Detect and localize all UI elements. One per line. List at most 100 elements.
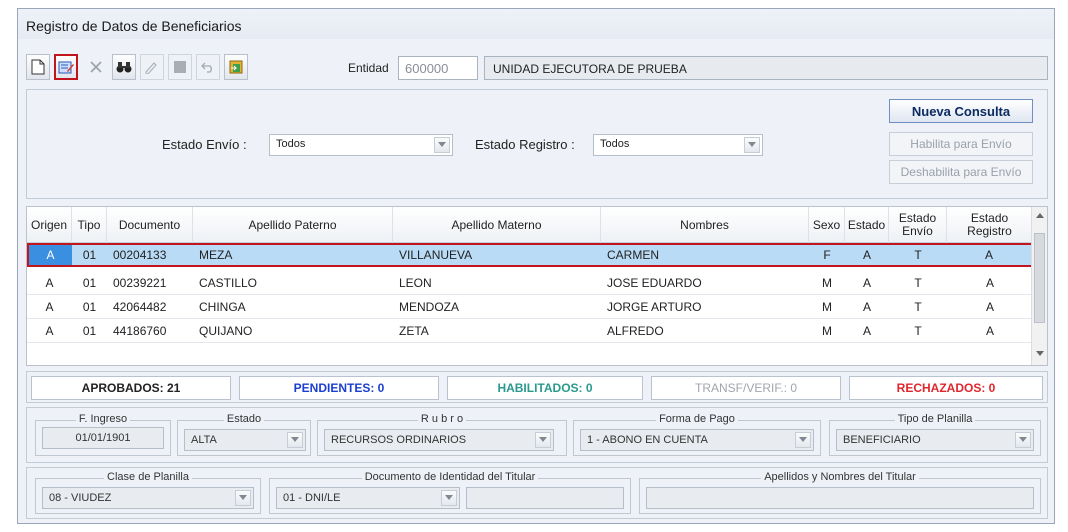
estado-value: ALTA bbox=[191, 434, 217, 446]
undo-button[interactable] bbox=[196, 54, 220, 80]
nueva-consulta-button[interactable]: Nueva Consulta bbox=[889, 99, 1033, 123]
table-row[interactable]: A 01 44186760 QUIJANO ZETA ALFREDO M A T… bbox=[27, 319, 1033, 343]
doc-titular-tipo-select[interactable]: 01 - DNI/LE bbox=[276, 487, 460, 509]
scrollbar-thumb[interactable] bbox=[1034, 233, 1045, 323]
table-row-selected[interactable]: A 01 00204133 MEZA VILLANUEVA CARMEN F A… bbox=[27, 243, 1033, 267]
habilitados-count: HABILITADOS: 0 bbox=[447, 376, 643, 400]
estado-select[interactable]: ALTA bbox=[184, 429, 306, 451]
clase-planilla-select[interactable]: 08 - VIUDEZ bbox=[42, 487, 254, 509]
scroll-up-icon[interactable] bbox=[1036, 213, 1044, 219]
column-header[interactable]: Origen bbox=[27, 207, 72, 243]
rechazados-count: RECHAZADOS: 0 bbox=[849, 376, 1043, 400]
column-header[interactable]: Tipo bbox=[72, 207, 107, 243]
cell-nombres: ALFREDO bbox=[607, 323, 664, 338]
column-header[interactable]: Apellido Paterno bbox=[193, 207, 393, 243]
cell-tipo: 01 bbox=[82, 323, 97, 338]
cell-origen: A bbox=[45, 275, 54, 290]
beneficiarios-window: Registro de Datos de Beneficiarios Entid… bbox=[17, 8, 1055, 524]
cell-estado-registro: A bbox=[985, 323, 994, 338]
f-ingreso-label: F. Ingreso bbox=[75, 413, 131, 425]
cell-origen: A bbox=[45, 299, 54, 314]
cell-documento: 44186760 bbox=[113, 323, 167, 338]
chevron-down-icon[interactable] bbox=[744, 137, 760, 153]
estado-registro-select[interactable]: Todos bbox=[593, 134, 763, 156]
rubro-select[interactable]: RECURSOS ORDINARIOS bbox=[324, 429, 554, 451]
forma-pago-value: 1 - ABONO EN CUENTA bbox=[587, 434, 708, 446]
pencil-edit-button[interactable] bbox=[140, 54, 164, 80]
cell-origen: A bbox=[29, 245, 72, 265]
cell-estado: A bbox=[862, 248, 871, 262]
cell-apellido-paterno: CASTILLO bbox=[199, 275, 258, 290]
delete-x-icon bbox=[90, 61, 102, 73]
detail-row-1: F. Ingreso 01/01/1901 Estado ALTA R u b … bbox=[26, 407, 1048, 463]
doc-titular-label: Documento de Identidad del Titular bbox=[361, 471, 539, 483]
cell-documento: 00204133 bbox=[113, 248, 167, 262]
column-header[interactable]: Estado Registro bbox=[947, 207, 1033, 243]
forma-pago-select[interactable]: 1 - ABONO EN CUENTA bbox=[580, 429, 814, 451]
deshabilita-envio-button[interactable]: Deshabilita para Envío bbox=[889, 160, 1033, 184]
chevron-down-icon[interactable] bbox=[434, 137, 450, 153]
chevron-down-icon[interactable] bbox=[287, 432, 303, 448]
export-icon bbox=[229, 60, 243, 74]
table-row[interactable]: A 01 00239221 CASTILLO LEON JOSE EDUARDO… bbox=[27, 271, 1033, 295]
chevron-down-icon[interactable] bbox=[1015, 432, 1031, 448]
chevron-down-icon[interactable] bbox=[235, 490, 251, 506]
rubro-value: RECURSOS ORDINARIOS bbox=[331, 434, 467, 446]
cell-estado: A bbox=[862, 299, 871, 314]
column-header[interactable]: Estado bbox=[845, 207, 889, 243]
scroll-down-icon[interactable] bbox=[1036, 351, 1044, 357]
chevron-down-icon[interactable] bbox=[535, 432, 551, 448]
cell-nombres: JOSE EDUARDO bbox=[607, 275, 702, 290]
f-ingreso-field[interactable]: 01/01/1901 bbox=[42, 427, 164, 449]
cell-estado-envio: T bbox=[914, 299, 922, 314]
undo-icon bbox=[201, 62, 212, 73]
column-header[interactable]: Estado Envío bbox=[889, 207, 947, 243]
export-button[interactable] bbox=[224, 54, 248, 80]
clase-planilla-group: Clase de Planilla 08 - VIUDEZ bbox=[35, 471, 261, 514]
f-ingreso-group: F. Ingreso 01/01/1901 bbox=[35, 413, 171, 456]
cell-estado-envio: T bbox=[914, 323, 922, 338]
new-document-icon bbox=[31, 59, 45, 75]
doc-titular-numero-field[interactable] bbox=[466, 487, 624, 509]
estado-envio-select[interactable]: Todos bbox=[269, 134, 453, 156]
cell-apellido-materno: ZETA bbox=[399, 323, 429, 338]
cell-sexo: M bbox=[822, 299, 832, 314]
search-button[interactable] bbox=[112, 54, 136, 80]
table-scrollbar[interactable] bbox=[1031, 207, 1047, 365]
beneficiarios-table: Origen Tipo Documento Apellido Paterno A… bbox=[26, 206, 1048, 366]
entidad-label: Entidad bbox=[348, 61, 389, 75]
estado-envio-label: Estado Envío : bbox=[162, 137, 247, 152]
tipo-planilla-group: Tipo de Planilla BENEFICIARIO bbox=[829, 413, 1041, 456]
tipo-planilla-value: BENEFICIARIO bbox=[843, 434, 921, 446]
estado-registro-label: Estado Registro : bbox=[475, 137, 575, 152]
stop-button[interactable] bbox=[168, 54, 192, 80]
chevron-down-icon[interactable] bbox=[441, 490, 457, 506]
delete-button[interactable] bbox=[84, 54, 108, 80]
habilita-envio-button[interactable]: Habilita para Envío bbox=[889, 132, 1033, 156]
nombres-titular-field[interactable] bbox=[646, 487, 1034, 509]
cell-apellido-paterno: MEZA bbox=[199, 248, 233, 262]
entidad-code-field[interactable]: 600000 bbox=[398, 56, 478, 80]
cell-apellido-materno: LEON bbox=[399, 275, 432, 290]
cell-nombres: CARMEN bbox=[607, 248, 660, 262]
nombres-titular-group: Apellidos y Nombres del Titular bbox=[639, 471, 1041, 514]
table-row[interactable]: A 01 42064482 CHINGA MENDOZA JORGE ARTUR… bbox=[27, 295, 1033, 319]
cell-estado: A bbox=[862, 275, 871, 290]
new-document-button[interactable] bbox=[26, 54, 50, 80]
column-header[interactable]: Apellido Materno bbox=[393, 207, 601, 243]
cell-estado: A bbox=[862, 323, 871, 338]
column-header[interactable]: Sexo bbox=[809, 207, 845, 243]
column-header[interactable]: Documento bbox=[107, 207, 193, 243]
stop-square-icon bbox=[174, 61, 186, 73]
edit-form-icon bbox=[58, 61, 74, 74]
chevron-down-icon[interactable] bbox=[795, 432, 811, 448]
edit-form-button[interactable] bbox=[54, 54, 78, 80]
estado-label: Estado bbox=[223, 413, 265, 425]
cell-documento: 42064482 bbox=[113, 299, 167, 314]
clase-planilla-label: Clase de Planilla bbox=[104, 471, 192, 483]
tipo-planilla-select[interactable]: BENEFICIARIO bbox=[836, 429, 1034, 451]
forma-pago-label: Forma de Pago bbox=[656, 413, 738, 425]
pendientes-count: PENDIENTES: 0 bbox=[239, 376, 439, 400]
estado-registro-value: Todos bbox=[600, 138, 630, 150]
column-header[interactable]: Nombres bbox=[601, 207, 809, 243]
